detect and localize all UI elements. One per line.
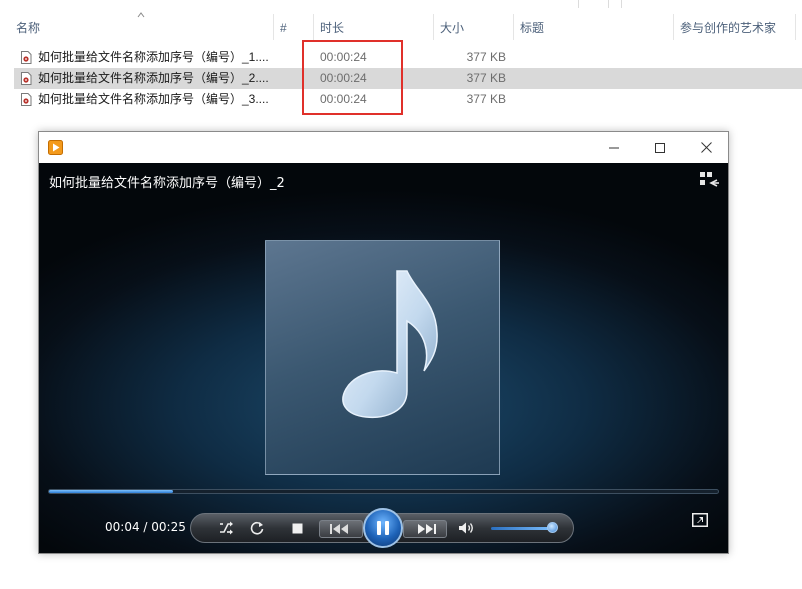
column-divider[interactable] — [433, 14, 434, 40]
volume-slider[interactable] — [491, 527, 555, 530]
file-size: 377 KB — [466, 50, 506, 64]
audio-file-icon — [21, 72, 32, 85]
file-row[interactable]: 如何批量给文件名称添加序号（编号）_1.... 00:00:24 377 KB — [14, 47, 802, 68]
maximize-icon — [655, 142, 665, 153]
seek-bar-progress — [49, 490, 173, 493]
shuffle-button[interactable] — [215, 518, 237, 538]
previous-button[interactable] — [319, 520, 363, 538]
column-size[interactable]: 大小 — [435, 0, 513, 38]
pause-button[interactable] — [363, 508, 403, 548]
column-header-bar: 名称 # 时长 大小 标题 参与创作的艺术家 — [0, 0, 802, 40]
file-name: 如何批量给文件名称添加序号（编号）_3.... — [38, 92, 269, 106]
media-player-window: 如何批量给文件名称添加序号（编号）_2 00:04 / 00:25 — [38, 131, 729, 554]
album-art — [265, 240, 500, 475]
now-playing-area: 如何批量给文件名称添加序号（编号）_2 00:04 / 00:25 — [39, 163, 728, 553]
duration-highlight-box — [302, 40, 403, 115]
file-size: 377 KB — [466, 92, 506, 106]
stop-icon — [292, 523, 302, 533]
title-bar[interactable] — [39, 132, 728, 163]
column-name[interactable]: 名称 — [11, 0, 273, 38]
column-divider[interactable] — [673, 14, 674, 40]
shuffle-icon — [220, 521, 233, 535]
repeat-button[interactable] — [246, 518, 268, 538]
audio-file-icon — [21, 93, 32, 106]
pause-icon — [377, 521, 389, 535]
column-number[interactable]: # — [275, 0, 313, 38]
seek-bar[interactable] — [48, 489, 719, 494]
close-icon — [700, 142, 712, 153]
audio-file-icon — [21, 51, 32, 64]
speaker-icon — [459, 522, 473, 534]
switch-to-library-icon[interactable] — [692, 513, 708, 527]
switch-layout-icon[interactable] — [699, 171, 719, 187]
file-size: 377 KB — [466, 71, 506, 85]
volume-slider-knob[interactable] — [547, 522, 558, 533]
close-button[interactable] — [683, 132, 729, 163]
mute-button[interactable] — [456, 518, 478, 538]
playback-controls — [190, 508, 574, 548]
repeat-icon — [250, 521, 264, 535]
file-row[interactable]: 如何批量给文件名称添加序号（编号）_3.... 00:00:24 377 KB — [14, 89, 802, 110]
media-player-icon — [48, 140, 63, 155]
file-row-selected[interactable]: 如何批量给文件名称添加序号（编号）_2.... 00:00:24 377 KB — [14, 68, 802, 89]
stop-button[interactable] — [286, 518, 308, 538]
next-icon — [418, 524, 436, 534]
time-readout: 00:04 / 00:25 — [105, 520, 186, 534]
file-name: 如何批量给文件名称添加序号（编号）_2.... — [38, 71, 269, 85]
file-name: 如何批量给文件名称添加序号（编号）_1.... — [38, 50, 269, 64]
column-divider[interactable] — [513, 14, 514, 40]
minimize-button[interactable] — [591, 132, 637, 163]
previous-icon — [330, 524, 348, 534]
next-button[interactable] — [403, 520, 447, 538]
column-divider[interactable] — [795, 14, 796, 40]
music-note-icon — [342, 270, 438, 419]
file-explorer: 名称 # 时长 大小 标题 参与创作的艺术家 如何批量给文件名称添加序号（编号）… — [0, 0, 802, 120]
now-playing-title: 如何批量给文件名称添加序号（编号）_2 — [49, 176, 285, 191]
column-divider[interactable] — [273, 14, 274, 40]
maximize-button[interactable] — [637, 132, 683, 163]
column-divider[interactable] — [313, 14, 314, 40]
column-title[interactable]: 标题 — [515, 0, 673, 38]
column-duration[interactable]: 时长 — [315, 0, 433, 38]
column-contributing-artists[interactable]: 参与创作的艺术家 — [675, 0, 795, 38]
minimize-icon — [609, 147, 619, 148]
